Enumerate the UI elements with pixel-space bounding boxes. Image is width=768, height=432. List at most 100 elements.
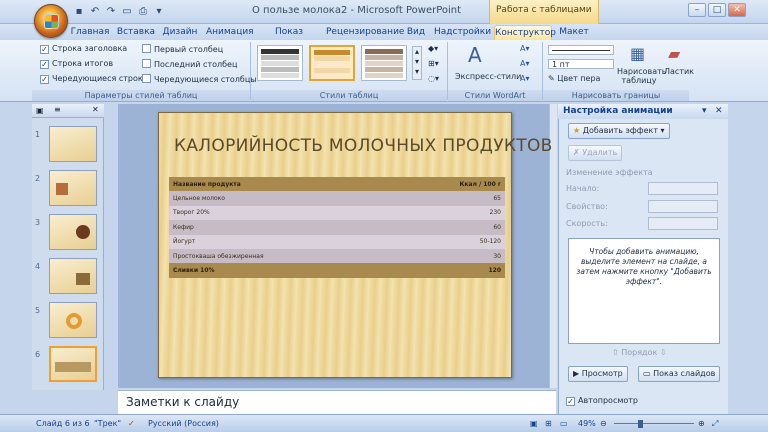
total-row-checkbox[interactable]: ✓ Строка итогов [40, 59, 113, 69]
table-cell[interactable]: Цельное молоко [169, 191, 393, 206]
table-style-3[interactable] [361, 45, 407, 81]
move-down-icon[interactable]: ⇩ [660, 348, 667, 357]
draw-table-button[interactable]: Нарисовать таблицу [617, 67, 666, 85]
tab-addins[interactable]: Надстройки [434, 25, 491, 40]
move-up-icon[interactable]: ⇧ [612, 348, 619, 357]
table-cell[interactable]: 65 [392, 191, 505, 206]
property-select[interactable] [648, 200, 718, 213]
speed-select[interactable] [648, 217, 718, 230]
zoom-slider-thumb[interactable] [638, 420, 643, 428]
close-pane-icon[interactable]: ✕ [715, 106, 723, 116]
zoom-level[interactable]: 49% [578, 419, 596, 428]
pen-style-select[interactable] [548, 45, 614, 55]
table-cell[interactable]: 50-120 [392, 234, 505, 249]
tab-table-design[interactable]: Конструктор [494, 25, 556, 40]
save-icon[interactable]: ▪ [72, 5, 86, 19]
slide-thumbnail-6[interactable] [49, 346, 97, 382]
add-effect-button[interactable]: ★ Добавить эффект ▾ [568, 123, 670, 139]
spellcheck-icon[interactable]: ✓ [128, 419, 135, 428]
remove-effect-button[interactable]: ✗ Удалить [568, 145, 623, 161]
table-cell[interactable]: Йогурт [169, 234, 393, 249]
slide-thumbnail-2[interactable] [49, 170, 97, 206]
tab-home[interactable]: Главная [70, 25, 110, 40]
table-cell[interactable]: 30 [392, 248, 505, 264]
table-style-2[interactable] [309, 45, 355, 81]
table-header-cell[interactable]: Ккал / 100 г [392, 177, 505, 192]
tab-design[interactable]: Дизайн [160, 25, 200, 40]
table-cell[interactable]: 230 [392, 205, 505, 221]
draw-table-icon[interactable]: ▦ [630, 44, 645, 63]
tab-insert[interactable]: Вставка [116, 25, 156, 40]
slide-thumbnail-4[interactable] [49, 258, 97, 294]
tab-view[interactable]: Вид [404, 25, 428, 40]
slideshow-button[interactable]: ▭ Показ слайдов [638, 366, 721, 382]
slide-thumbnail-5[interactable] [49, 302, 97, 338]
table-style-1[interactable] [257, 45, 303, 81]
first-column-checkbox[interactable]: Первый столбец [142, 44, 223, 54]
tab-table-layout[interactable]: Макет [558, 25, 590, 40]
effects-icon[interactable]: ◌▾ [428, 74, 439, 83]
open-icon[interactable]: ▭ [120, 5, 134, 19]
header-row-checkbox[interactable]: ✓ Строка заголовка [40, 44, 127, 54]
eraser-button[interactable]: Ластик [664, 67, 694, 76]
notes-field[interactable]: Заметки к слайду [118, 390, 556, 414]
text-outline-icon[interactable]: A▾ [520, 59, 530, 68]
minimize-button[interactable]: – [688, 3, 706, 17]
slide-title[interactable]: КАЛОРИЙНОСТЬ МОЛОЧНЫХ ПРОДУКТОВ [174, 136, 553, 156]
close-button[interactable]: ✕ [728, 3, 746, 17]
office-button[interactable] [34, 4, 68, 38]
close-pane-icon[interactable]: ✕ [92, 105, 99, 114]
qat-dropdown-icon[interactable]: ▾ [152, 5, 166, 19]
slide-thumbnail-3[interactable] [49, 214, 97, 250]
table-header-cell[interactable]: Название продукта [169, 177, 393, 192]
shading-icon[interactable]: ◆▾ [428, 44, 438, 53]
context-tab-group-label: Работа с таблицами [489, 0, 599, 24]
language-indicator[interactable]: Русский (Россия) [148, 419, 219, 428]
zoom-out-icon[interactable]: ⊖ [600, 419, 607, 428]
wordart-quick-styles-icon[interactable]: A [468, 43, 482, 67]
last-column-checkbox[interactable]: Последний столбец [142, 59, 237, 69]
tab-review[interactable]: Рецензирование [326, 25, 404, 40]
print-icon[interactable]: ⎙ [136, 5, 150, 19]
text-fill-icon[interactable]: A▾ [520, 44, 530, 53]
tab-slideshow[interactable]: Показ слайдов [258, 25, 320, 51]
checkbox-checked-icon: ✓ [40, 75, 49, 84]
pen-weight-select[interactable]: 1 пт [548, 59, 614, 69]
zoom-slider[interactable] [614, 423, 694, 424]
table-cell[interactable]: Творог 20% [169, 205, 393, 221]
start-select[interactable] [648, 182, 718, 195]
slide-sorter-icon[interactable]: ⊞ [545, 419, 552, 428]
text-effects-icon[interactable]: A▾ [520, 74, 530, 83]
table-cell[interactable]: Простокваша обезжиренная [169, 248, 393, 264]
table-cell[interactable]: 60 [392, 220, 505, 235]
pane-options-icon[interactable]: ▾ [702, 106, 707, 116]
normal-view-icon[interactable]: ▣ [530, 419, 538, 428]
autopreview-checkbox[interactable]: ✓ Автопросмотр [566, 396, 638, 406]
redo-icon[interactable]: ↷ [104, 5, 118, 19]
banded-columns-checkbox[interactable]: Чередующиеся столбцы [142, 74, 257, 84]
table-total-cell[interactable]: Сливки 10% [169, 263, 393, 278]
table-row: Творог 20% 230 [169, 205, 505, 221]
pen-color-button[interactable]: ✎ Цвет пера [548, 74, 600, 83]
fit-to-window-icon[interactable]: ⤢ [712, 419, 718, 429]
play-button[interactable]: ▶ Просмотр [568, 366, 628, 382]
table-cell[interactable]: Кефир [169, 220, 393, 235]
calorie-table[interactable]: Название продукта Ккал / 100 г Цельное м… [169, 177, 505, 278]
tab-animation[interactable]: Анимация [206, 25, 254, 40]
styles-gallery-scroll[interactable]: ▴ ▾ ▾ [412, 46, 422, 80]
slides-tab-icon[interactable]: ▣ [36, 106, 44, 115]
borders-icon[interactable]: ⊞▾ [428, 59, 439, 68]
animation-list-box[interactable]: Чтобы добавить анимацию, выделите элемен… [568, 238, 720, 344]
eraser-icon[interactable]: ▰ [668, 44, 680, 63]
zoom-in-icon[interactable]: ⊕ [698, 419, 705, 428]
maximize-button[interactable]: □ [708, 3, 726, 17]
outline-tab-icon[interactable]: ≡ [54, 105, 61, 114]
slide-thumbnail-1[interactable] [49, 126, 97, 162]
banded-rows-checkbox[interactable]: ✓ Чередующиеся строки [40, 74, 148, 84]
checkbox-checked-icon: ✓ [40, 45, 49, 54]
wordart-quick-styles-button[interactable]: Экспресс-стили [455, 72, 521, 81]
remove-icon: ✗ [573, 148, 580, 157]
slideshow-view-icon[interactable]: ▭ [560, 419, 568, 428]
undo-icon[interactable]: ↶ [88, 5, 102, 19]
table-total-cell[interactable]: 120 [392, 263, 505, 278]
